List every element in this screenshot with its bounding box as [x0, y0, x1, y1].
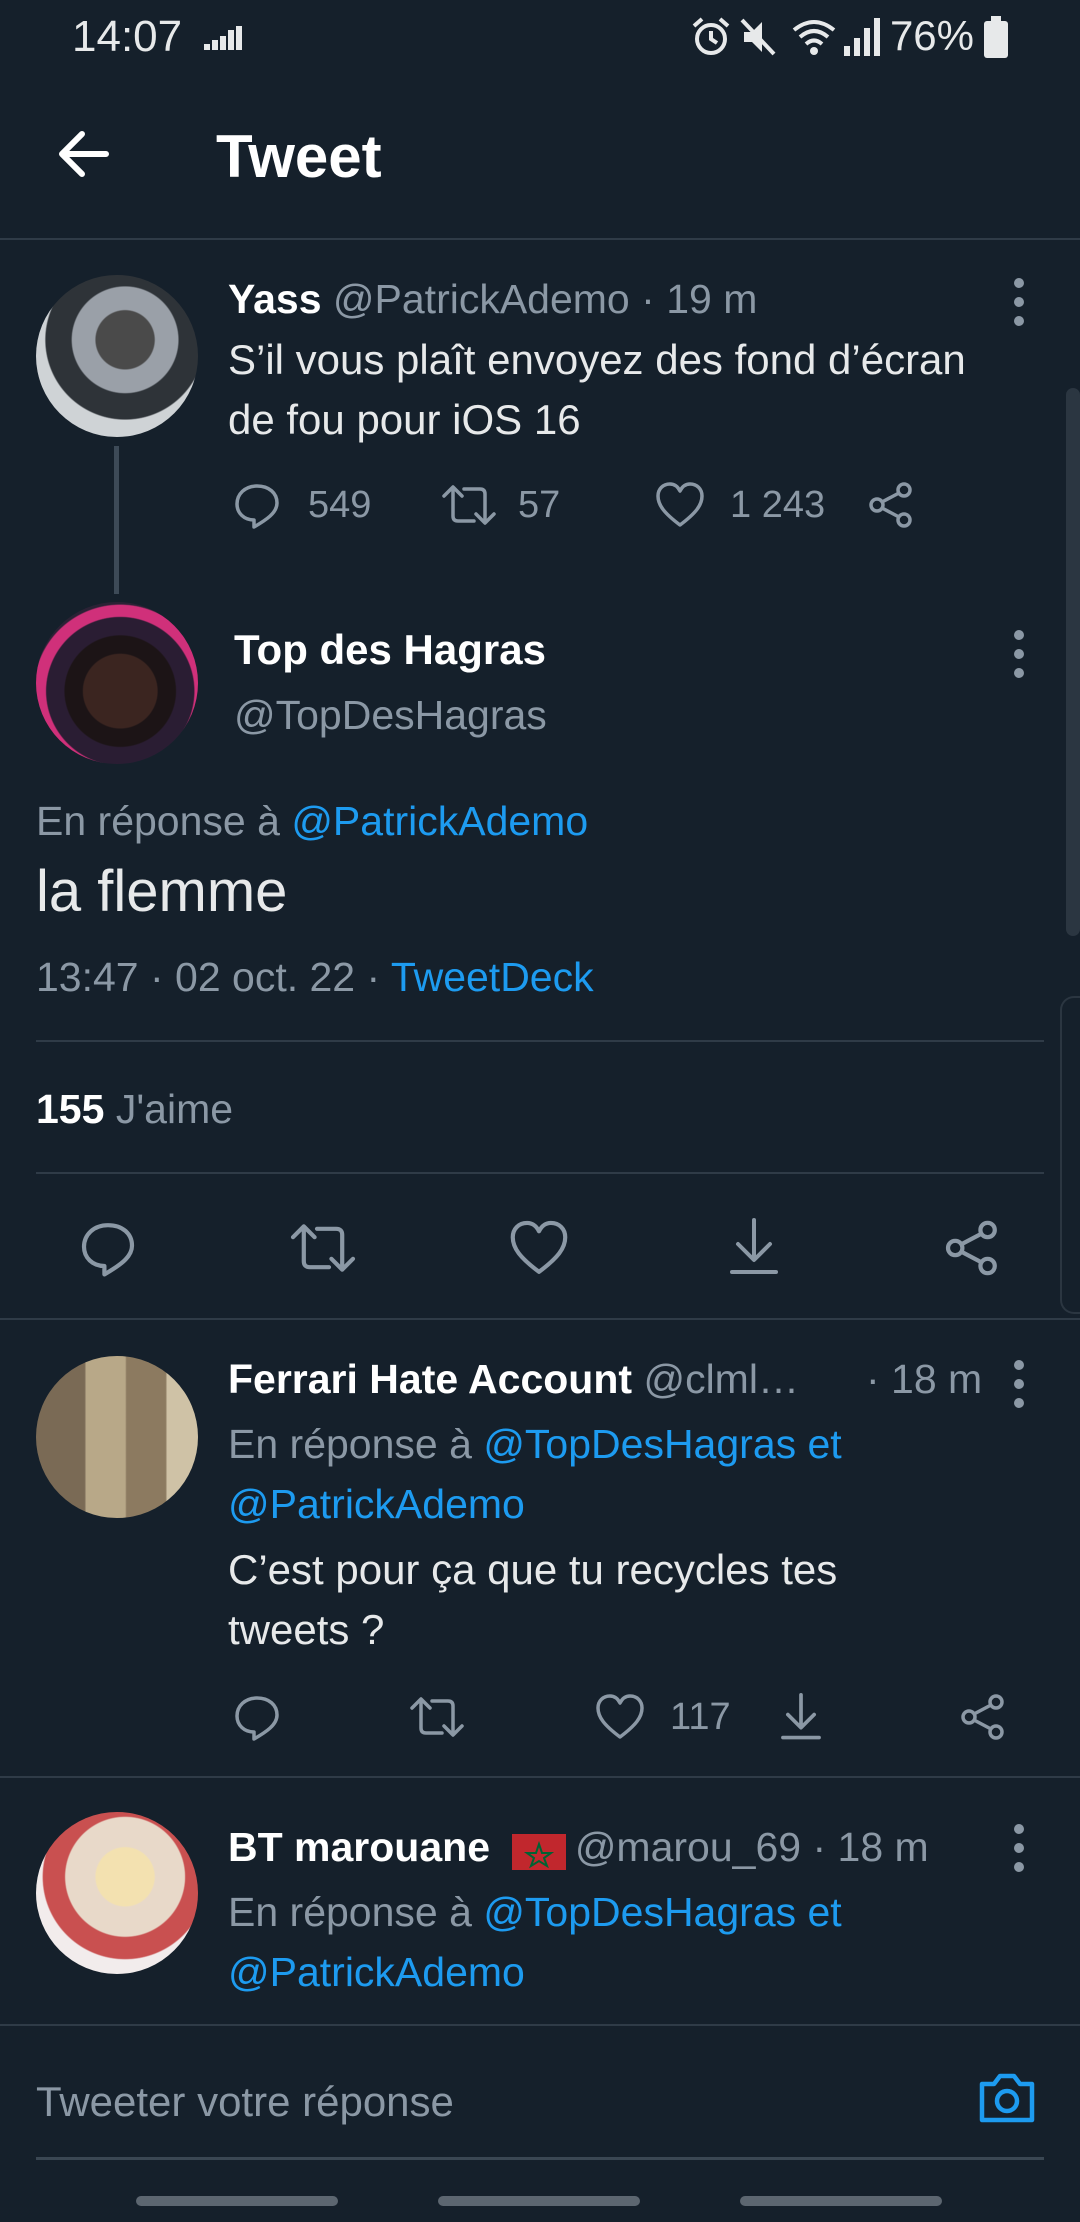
avatar-topdeshagras[interactable] [36, 602, 198, 764]
reply1-reply-prefix: En réponse à [228, 1421, 472, 1467]
bookmark-download-icon[interactable] [778, 1690, 824, 1744]
reply-icon[interactable] [78, 1218, 138, 1278]
reply1-text-line2: tweets ? [228, 1606, 385, 1653]
alarm-icon [692, 17, 730, 55]
morocco-flag-icon [512, 1834, 566, 1870]
parent-tweet-text: S’il vous plaît envoyez des fond d’écran… [228, 330, 1028, 450]
battery-percent: 76% [889, 12, 974, 59]
share-icon[interactable] [942, 1218, 1002, 1278]
main-likes-label: J'aime [115, 1086, 234, 1132]
reply-input[interactable]: Tweeter votre réponse [36, 2078, 454, 2126]
reply1-text: C’est pour ça que tu recycles tes tweets… [228, 1540, 1048, 1660]
divider [36, 1040, 1044, 1042]
main-reply-prefix: En réponse à [36, 798, 280, 844]
reply-icon[interactable] [232, 480, 282, 530]
reply1-author-handle[interactable]: @clml… [643, 1356, 799, 1402]
retweet-icon[interactable] [288, 1218, 358, 1278]
heart-icon[interactable] [594, 1692, 646, 1742]
parent-text-line2: de fou pour iOS 16 [228, 396, 581, 443]
reply1-reply-context: En réponse à @TopDesHagras et @PatrickAd… [228, 1414, 1048, 1534]
divider [0, 1318, 1080, 1320]
cell-signal-icon [844, 18, 880, 56]
main-author-name[interactable]: Top des Hagras [234, 626, 546, 674]
avatar-bt-marouane[interactable] [36, 1812, 198, 1974]
parent-time: · 19 m [641, 276, 758, 322]
nav-pill [438, 2196, 640, 2206]
heart-icon[interactable] [508, 1218, 570, 1278]
heart-icon[interactable] [654, 480, 706, 530]
reply-composer-bar: Tweeter votre réponse [0, 2024, 1080, 2222]
scrollbar[interactable] [1066, 388, 1080, 936]
reply2-author-name[interactable]: BT marouane [228, 1824, 490, 1870]
parent-text-line1: S’il vous plaît envoyez des fond d’écran [228, 336, 966, 383]
reply2-header: BT marouane @marou_69 · 18 m [228, 1824, 929, 1871]
nav-pill [136, 2196, 338, 2206]
reply1-time: · 18 m [866, 1356, 983, 1402]
main-tweet-text: la flemme [36, 859, 288, 924]
reply1-mention-topdeshagras[interactable]: @TopDesHagras et [483, 1421, 841, 1467]
retweet-icon[interactable] [408, 1692, 466, 1742]
reply2-more-menu-icon[interactable] [1014, 1824, 1026, 1881]
divider [36, 1172, 1044, 1174]
bookmark-download-icon[interactable] [726, 1216, 782, 1278]
share-icon[interactable] [958, 1692, 1008, 1742]
parent-tweet-header: Yass @PatrickAdemo · 19 m [228, 276, 757, 323]
retweet-icon[interactable] [440, 480, 498, 530]
reply1-text-line1: C’est pour ça que tu recycles tes [228, 1546, 838, 1593]
parent-like-count: 1 243 [730, 484, 826, 526]
avatar-yass[interactable] [36, 275, 198, 437]
mute-icon [740, 18, 776, 56]
main-author-handle[interactable]: @TopDesHagras [234, 692, 547, 739]
reply2-reply-context: En réponse à @TopDesHagras et @PatrickAd… [228, 1882, 1048, 2002]
reply-icon[interactable] [232, 1692, 282, 1742]
battery-icon [984, 16, 1008, 58]
status-bar: 14:07 76% [0, 0, 1080, 72]
reply2-mention-topdeshagras[interactable]: @TopDesHagras et [483, 1889, 841, 1935]
wifi-icon [792, 20, 836, 55]
main-likes-count: 155 [36, 1086, 105, 1132]
camera-icon[interactable] [976, 2070, 1038, 2126]
reply2-reply-prefix: En réponse à [228, 1889, 472, 1935]
share-icon[interactable] [866, 480, 916, 530]
main-tweet-meta: 13:47 · 02 oct. 22 · TweetDeck [36, 954, 594, 1001]
main-reply-context: En réponse à @PatrickAdemo [36, 798, 588, 845]
top-app-bar: Tweet [0, 72, 1080, 240]
scroll-handle[interactable] [1060, 996, 1080, 1314]
main-source-link[interactable]: TweetDeck [391, 954, 594, 1000]
signal-data-icon [204, 26, 242, 50]
parent-retweet-count: 57 [518, 484, 561, 526]
parent-author-handle[interactable]: @PatrickAdemo [333, 276, 630, 322]
reply1-mention-patrickademo[interactable]: @PatrickAdemo [228, 1474, 1048, 1534]
reply-input-underline [36, 2157, 1044, 2160]
page-title: Tweet [216, 123, 382, 190]
parent-reply-count: 549 [308, 484, 372, 526]
avatar-ferrari-hate-account[interactable] [36, 1356, 198, 1518]
parent-author-name[interactable]: Yass [228, 276, 322, 322]
reply1-author-name[interactable]: Ferrari Hate Account [228, 1356, 632, 1402]
main-more-menu-icon[interactable] [1014, 630, 1026, 687]
nav-pill [740, 2196, 942, 2206]
reply2-mention-patrickademo[interactable]: @PatrickAdemo [228, 1942, 1048, 2002]
reply1-header: Ferrari Hate Account @clml… [228, 1356, 799, 1403]
main-likes-summary[interactable]: 155 J'aime [36, 1086, 233, 1133]
parent-more-menu-icon[interactable] [1014, 278, 1026, 335]
thread-connector [114, 446, 119, 594]
divider [0, 1776, 1080, 1778]
main-reply-to-link[interactable]: @PatrickAdemo [291, 798, 588, 844]
reply2-time: · 18 m [812, 1824, 929, 1870]
reply1-like-count: 117 [670, 1696, 731, 1738]
reply1-more-menu-icon[interactable] [1014, 1360, 1026, 1417]
status-time: 14:07 [72, 12, 183, 61]
main-timestamp: 13:47 · 02 oct. 22 · [36, 954, 381, 1000]
reply2-author-handle[interactable]: @marou_69 [575, 1824, 801, 1870]
back-arrow-icon[interactable] [56, 126, 112, 182]
